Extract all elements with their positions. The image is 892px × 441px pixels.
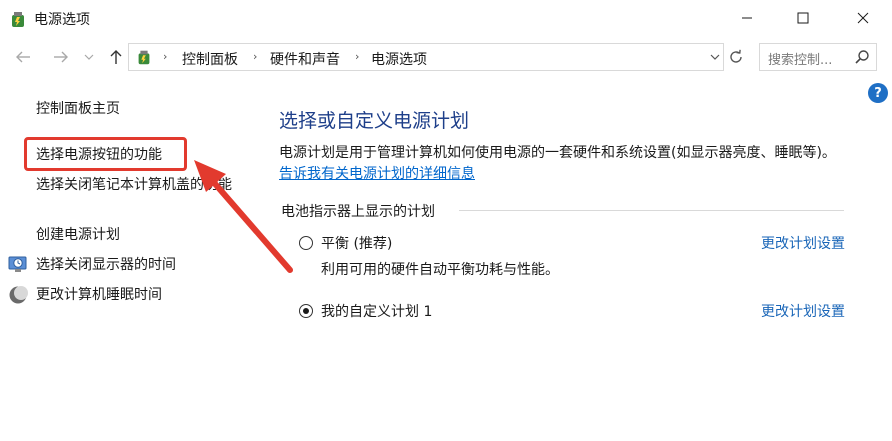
search-input[interactable]: 搜索控制... <box>768 49 832 68</box>
page-description: 电源计划是用于管理计算机如何使用电源的一套硬件和系统设置(如显示器亮度、睡眠等)… <box>279 145 836 161</box>
power-plan-info-link[interactable]: 告诉我有关电源计划的详细信息 <box>279 163 475 183</box>
section-heading: 电池指示器上显示的计划 <box>281 204 435 220</box>
sleep-time-link[interactable]: 更改计算机睡眠时间 <box>36 284 162 306</box>
close-button[interactable] <box>840 0 886 36</box>
address-dropdown-button[interactable] <box>707 48 723 66</box>
breadcrumb-separator: › <box>163 50 168 63</box>
maximize-icon <box>797 12 809 24</box>
maximize-button[interactable] <box>780 0 826 36</box>
forward-button[interactable] <box>50 46 72 68</box>
chevron-down-icon <box>710 54 720 60</box>
chevron-down-icon <box>84 54 94 60</box>
refresh-icon <box>730 49 742 63</box>
recent-locations-button[interactable] <box>82 46 96 68</box>
page-title: 选择或自定义电源计划 <box>279 110 470 132</box>
minimize-button[interactable] <box>724 0 770 36</box>
minimize-icon <box>742 17 752 19</box>
highlight-box <box>24 137 187 171</box>
title-bar: 电源选项 <box>0 0 892 36</box>
back-arrow-icon <box>16 51 30 63</box>
forward-arrow-icon <box>54 51 68 63</box>
breadcrumb-separator: › <box>253 50 258 63</box>
plan-radio-balanced[interactable] <box>299 236 313 250</box>
help-button[interactable]: ? <box>868 83 888 103</box>
plan-description: 利用可用的硬件自动平衡功耗与性能。 <box>321 262 559 278</box>
address-bar[interactable]: › 控制面板 › 硬件和声音 › 电源选项 <box>128 43 724 71</box>
create-power-plan-link[interactable]: 创建电源计划 <box>36 224 120 246</box>
close-icon <box>857 12 869 24</box>
power-options-icon <box>138 50 150 65</box>
display-clock-icon <box>8 256 27 272</box>
change-plan-settings-link[interactable]: 更改计划设置 <box>761 233 845 253</box>
plan-radio-custom[interactable] <box>299 304 313 318</box>
plan-name[interactable]: 平衡 (推荐) <box>321 233 392 253</box>
plan-name[interactable]: 我的自定义计划 1 <box>321 301 432 321</box>
up-arrow-icon <box>110 50 122 64</box>
change-plan-settings-link[interactable]: 更改计划设置 <box>761 301 845 321</box>
window-title: 电源选项 <box>34 12 90 28</box>
display-off-time-link[interactable]: 选择关闭显示器的时间 <box>36 254 176 276</box>
breadcrumb-control-panel[interactable]: 控制面板 <box>182 49 238 69</box>
breadcrumb-hardware-sound[interactable]: 硬件和声音 <box>270 49 340 69</box>
search-box[interactable]: 搜索控制... <box>759 43 877 71</box>
breadcrumb-separator: › <box>355 50 360 63</box>
back-button[interactable] <box>12 46 34 68</box>
breadcrumb-power-options[interactable]: 电源选项 <box>371 49 427 69</box>
control-panel-home-link[interactable]: 控制面板主页 <box>36 98 120 120</box>
power-options-icon <box>12 12 24 27</box>
section-divider <box>459 210 844 211</box>
refresh-button[interactable] <box>725 46 747 68</box>
annotation-arrow-icon <box>194 160 293 273</box>
sleep-moon-icon <box>9 286 28 304</box>
search-icon[interactable] <box>854 49 870 65</box>
up-button[interactable] <box>105 46 127 68</box>
